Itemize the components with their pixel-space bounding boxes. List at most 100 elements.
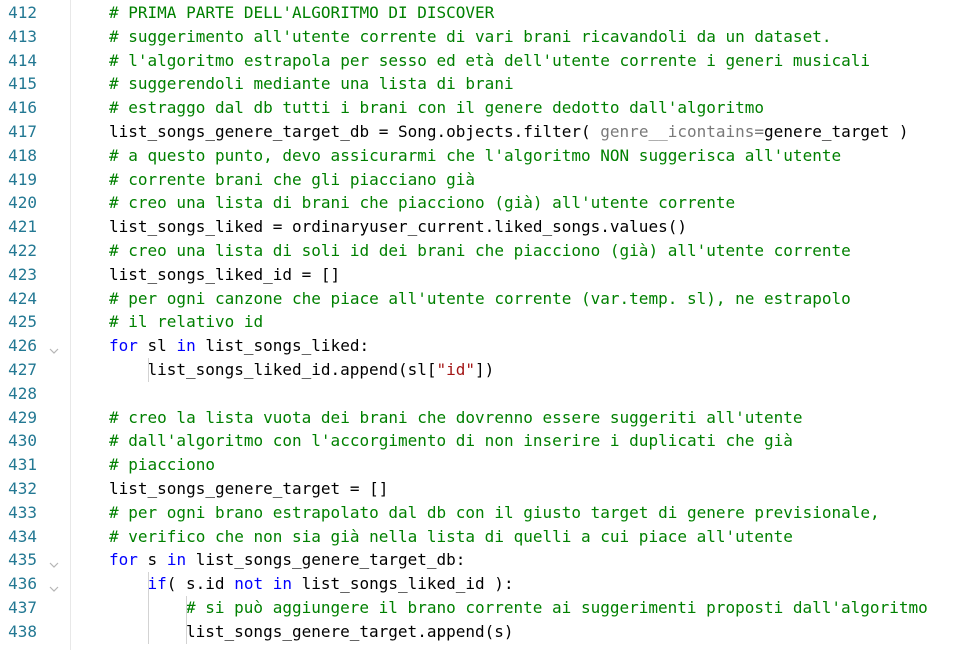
token-plain: ( s.id: [166, 574, 235, 594]
token-comment: # dall'algoritmo con l'accorgimento di n…: [109, 431, 793, 451]
code-text: # per ogni canzone che piace all'utente …: [109, 287, 851, 311]
line-number: 438: [8, 621, 37, 641]
code-line[interactable]: 423 list_songs_liked_id = []: [0, 263, 980, 287]
token-plain: list_songs_liked = ordinaryuser_current.…: [109, 217, 687, 237]
line-number: 425: [8, 312, 37, 332]
code-line[interactable]: 419 # corrente brani che gli piacciano gi…: [0, 168, 980, 192]
token-keyword: if: [147, 574, 167, 594]
code-text: # suggerimento all'utente corrente di va…: [109, 25, 831, 49]
line-number: 434: [8, 526, 37, 546]
chevron-down-icon[interactable]: [48, 579, 60, 593]
code-text: for sl in list_songs_liked:: [109, 334, 369, 358]
indent-guide: [147, 358, 149, 382]
line-number: 428: [8, 383, 37, 403]
code-line[interactable]: 430 # dall'algoritmo con l'accorgimento d…: [0, 429, 980, 453]
code-line[interactable]: 416 # estraggo dal db tutti i brani con i…: [0, 96, 980, 120]
code-line[interactable]: 425 # il relativo id: [0, 310, 980, 334]
line-number: 435: [8, 550, 37, 570]
token-comment: # corrente brani che gli piacciano già: [109, 169, 476, 189]
code-line[interactable]: 433 # per ogni brano estrapolato dal db c…: [0, 501, 980, 525]
line-number: 433: [8, 502, 37, 522]
token-string: "id": [436, 360, 476, 379]
code-text: # estraggo dal db tutti i brani con il g…: [109, 96, 764, 120]
token-plain: list_songs_genere_target.append(s): [186, 621, 514, 641]
line-number: 418: [8, 145, 37, 165]
token-hint: genre__icontains=: [600, 122, 765, 141]
code-text: # a questo punto, devo assicurarmi che l…: [109, 144, 841, 168]
line-number: 430: [8, 431, 37, 451]
code-line[interactable]: 422 # creo una lista di soli id dei brani…: [0, 239, 980, 263]
token-comment: # suggerimento all'utente corrente di va…: [109, 26, 832, 46]
token-comment: # l'algoritmo estrapola per sesso ed età…: [109, 50, 870, 70]
code-line[interactable]: 413 # suggerimento all'utente corrente di…: [0, 25, 980, 49]
token-keyword: in: [272, 574, 293, 594]
code-line[interactable]: 426 for sl in list_songs_liked:: [0, 334, 980, 358]
token-comment: # PRIMA PARTE DELL'ALGORITMO DI DISCOVER: [109, 3, 495, 22]
code-line[interactable]: 414 # l'algoritmo estrapola per sesso ed …: [0, 49, 980, 73]
chevron-down-icon[interactable]: [48, 341, 60, 355]
token-keyword: in: [166, 550, 187, 570]
token-comment: # per ogni brano estrapolato dal db con …: [109, 502, 880, 522]
code-text: # l'algoritmo estrapola per sesso ed età…: [109, 49, 870, 73]
code-text: list_songs_liked = ordinaryuser_current.…: [109, 215, 687, 239]
code-line[interactable]: 421 list_songs_liked = ordinaryuser_curre…: [0, 215, 980, 239]
token-plain: s: [137, 550, 167, 570]
line-number: 416: [8, 98, 37, 118]
code-text: # corrente brani che gli piacciano già: [109, 168, 475, 192]
line-number: 427: [8, 360, 37, 379]
token-plain: list_songs_liked:: [195, 336, 370, 356]
token-plain: list_songs_liked_id.append(sl[: [147, 360, 437, 379]
line-number: 426: [8, 336, 37, 356]
code-text: if( s.id not in list_songs_liked_id ):: [148, 572, 514, 596]
code-line[interactable]: 412 # PRIMA PARTE DELL'ALGORITMO DI DISCO…: [0, 1, 980, 25]
token-plain: list_songs_genere_target = []: [109, 479, 389, 498]
code-line[interactable]: 418 # a questo punto, devo assicurarmi ch…: [0, 144, 980, 168]
line-number: 432: [8, 479, 37, 498]
code-text: # il relativo id: [109, 310, 263, 334]
code-line[interactable]: 432 list_songs_genere_target = []: [0, 477, 980, 501]
code-text: # creo la lista vuota dei brani che dovr…: [109, 406, 803, 430]
token-comment: # il relativo id: [109, 312, 264, 332]
code-line[interactable]: 431 # piacciono: [0, 453, 980, 477]
line-number: 413: [8, 26, 37, 46]
line-number: 419: [8, 169, 37, 189]
code-line[interactable]: 434 # verifico che non sia già nella list…: [0, 525, 980, 549]
code-line[interactable]: 429 # creo la lista vuota dei brani che d…: [0, 406, 980, 430]
line-number: 422: [8, 241, 37, 260]
token-plain: genere_target ): [764, 122, 909, 141]
line-number: 415: [8, 74, 37, 94]
token-comment: # verifico che non sia già nella lista d…: [109, 526, 793, 546]
chevron-down-icon[interactable]: [48, 555, 60, 569]
line-number: 414: [8, 50, 37, 70]
line-number: 436: [8, 574, 37, 594]
token-plain: list_songs_liked_id ):: [292, 574, 514, 594]
code-line[interactable]: 435 for s in list_songs_genere_target_db:: [0, 548, 980, 572]
code-text: list_songs_genere_target.append(s): [186, 620, 514, 644]
token-keyword: for: [109, 336, 138, 356]
code-line[interactable]: 417 list_songs_genere_target_db = Song.ob…: [0, 120, 980, 144]
token-plain: ]): [475, 360, 495, 379]
line-number: 437: [8, 598, 37, 617]
token-keyword: not: [234, 574, 264, 594]
token-keyword: for: [109, 550, 138, 570]
token-comment: # a questo punto, devo assicurarmi che l…: [109, 145, 842, 165]
code-text: # per ogni brano estrapolato dal db con …: [109, 501, 880, 525]
code-text: # creo una lista di brani che piacciono …: [109, 191, 735, 215]
code-text: # creo una lista di soli id dei brani ch…: [109, 239, 851, 263]
code-text: # verifico che non sia già nella lista d…: [109, 525, 793, 549]
line-number: 412: [8, 3, 37, 22]
code-line[interactable]: 420 # creo una lista di brani che piaccio…: [0, 191, 980, 215]
indent-guide: [147, 572, 149, 644]
code-line[interactable]: 424 # per ogni canzone che piace all'uten…: [0, 287, 980, 311]
token-comment: # per ogni canzone che piace all'utente …: [109, 288, 851, 308]
code-text: list_songs_genere_target = []: [109, 477, 388, 501]
code-line[interactable]: 428: [0, 382, 980, 406]
token-plain: list_songs_liked_id = []: [109, 264, 341, 284]
code-editor[interactable]: 412 # PRIMA PARTE DELL'ALGORITMO DI DISCO…: [0, 0, 980, 650]
token-comment: # suggerendoli mediante una lista di bra…: [109, 74, 514, 94]
line-number: 420: [8, 193, 37, 213]
line-number: 429: [8, 407, 37, 427]
token-plain: sl: [137, 336, 177, 356]
code-line[interactable]: 415 # suggerendoli mediante una lista di …: [0, 72, 980, 96]
